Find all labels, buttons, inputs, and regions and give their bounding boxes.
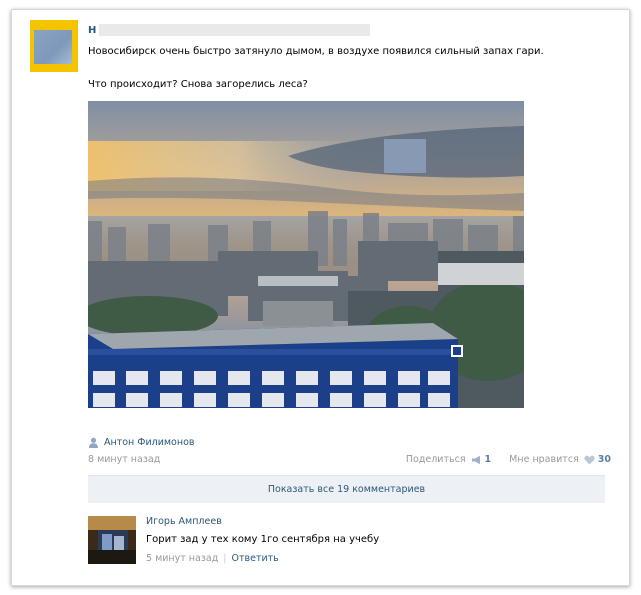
- city-smoke-photo: [88, 101, 524, 408]
- comment-text: Горит зад у тех кому 1го сентября на уче…: [146, 534, 380, 545]
- share-count[interactable]: 1: [485, 454, 492, 465]
- author-name-initial[interactable]: Н: [88, 25, 96, 36]
- share-button[interactable]: Поделиться: [406, 454, 466, 465]
- reply-button[interactable]: Ответить: [231, 553, 278, 564]
- post-author[interactable]: Н: [88, 24, 370, 36]
- post-text-line2: Что происходит? Снова загорелись леса?: [88, 79, 308, 90]
- post-text-line1: Новосибирск очень быстро затянуло дымом,…: [88, 46, 544, 57]
- user-icon: [89, 437, 98, 448]
- megaphone-icon: [471, 455, 480, 464]
- like-button[interactable]: Мне нравится: [509, 454, 579, 465]
- like-count[interactable]: 30: [598, 454, 611, 465]
- comment-time[interactable]: 5 минут назад: [146, 553, 218, 564]
- commenter-photo: [88, 516, 136, 564]
- signer-name[interactable]: Антон Филимонов: [104, 437, 195, 448]
- avatar-blur: [34, 30, 72, 64]
- comment-meta: 5 минут назад | Ответить: [146, 553, 279, 564]
- comment-author[interactable]: Игорь Амплеев: [146, 516, 222, 527]
- author-avatar[interactable]: [30, 20, 78, 72]
- show-all-comments-button[interactable]: Показать все 19 комментариев: [88, 475, 605, 503]
- comment-meta-divider: |: [223, 553, 227, 564]
- author-name-redacted: [99, 24, 370, 36]
- post-time[interactable]: 8 минут назад: [88, 454, 160, 465]
- post-signer[interactable]: Антон Филимонов: [88, 437, 195, 448]
- comment-avatar[interactable]: [88, 516, 136, 564]
- post-photo[interactable]: [88, 101, 524, 408]
- heart-icon[interactable]: [584, 455, 595, 465]
- post-actions: Поделиться 1 Мне нравится 30: [406, 454, 611, 465]
